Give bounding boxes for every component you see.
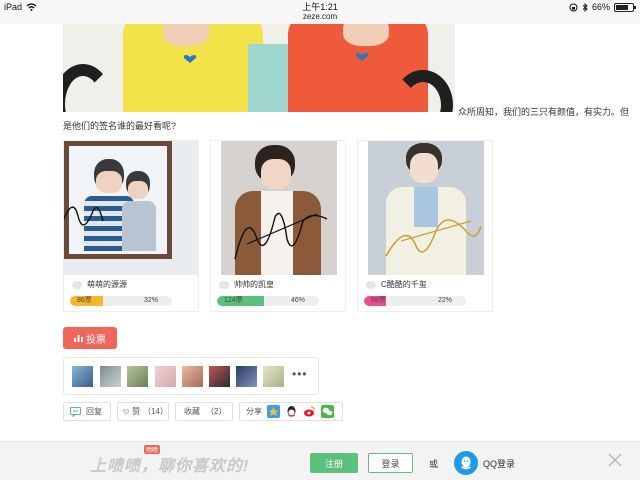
lock-rotation-icon (569, 3, 578, 11)
qq-login-button[interactable]: QQ登录 (454, 451, 515, 475)
comment-icon (70, 406, 81, 417)
status-bar: iPad 上午1:21 zeze.com 66% (0, 0, 640, 24)
qq-icon (454, 451, 478, 475)
avatar[interactable] (155, 366, 176, 387)
more-avatars-icon[interactable]: ••• (292, 367, 308, 381)
qq-share-icon[interactable] (285, 405, 298, 418)
slogan-text: 上啧啧，聊你喜欢的! (90, 458, 250, 475)
register-label: 注册 (324, 458, 343, 469)
poll-option-label-2[interactable]: 帅帅的凯皇 (219, 279, 274, 290)
liker-avatars: ••• (63, 357, 319, 395)
signature-3 (385, 219, 482, 257)
register-button[interactable]: 注册 (310, 453, 358, 473)
avatar[interactable] (72, 366, 93, 387)
intro-line-1: 众所周知，我们的三只有颜值，有实力。但 (458, 107, 630, 117)
reply-label: 回复 (86, 407, 102, 416)
close-icon[interactable] (607, 452, 623, 468)
like-count: （14） (143, 407, 168, 416)
share-bar: 分享 (239, 402, 343, 421)
battery-icon (614, 2, 636, 12)
heart-badge-icon (355, 53, 369, 61)
poll-progress-bar-1: 86票 32% (70, 296, 172, 306)
signed-photo-2 (211, 141, 345, 275)
poll-percent-3: 22% (438, 297, 453, 304)
poll-progress-bar-3: 59票 22% (364, 296, 466, 306)
poll-progress-bar-2: 124票 46% (217, 296, 319, 306)
qq-login-label: QQ登录 (483, 458, 516, 469)
wechat-share-icon[interactable] (321, 405, 334, 418)
poll-option-card-3[interactable]: C酷酷的千玺 59票 22% (357, 140, 493, 312)
radio-button[interactable] (366, 280, 376, 289)
poll-option-label-1[interactable]: 萌萌的源源 (72, 279, 127, 290)
favorite-button[interactable]: 收藏 （2） (175, 402, 233, 421)
like-button[interactable]: 赞 （14） (117, 402, 169, 421)
share-label: 分享 (246, 407, 262, 416)
clock-time: 上午1:21 (302, 2, 338, 12)
poll-percent-1: 32% (144, 297, 159, 304)
poll-option-label-3[interactable]: C酷酷的千玺 (366, 279, 427, 290)
login-button[interactable]: 登录 (368, 453, 413, 473)
avatar[interactable] (236, 366, 257, 387)
status-center: 上午1:21 zeze.com (0, 2, 640, 22)
like-label: 赞 (132, 407, 141, 416)
bluetooth-icon (582, 2, 588, 12)
weibo-share-icon[interactable] (303, 405, 316, 418)
avatar[interactable] (100, 366, 121, 387)
battery-percent: 66% (591, 2, 610, 12)
poll-votes-2: 124票 (224, 297, 243, 304)
status-right: 66% (569, 2, 636, 12)
vote-button[interactable]: 投票 (63, 327, 117, 349)
bar-chart-icon (74, 335, 83, 342)
poll-option-card-1[interactable]: 萌萌的源源 86票 32% (63, 140, 199, 312)
avatar[interactable] (127, 366, 148, 387)
poll-votes-1: 86票 (77, 297, 92, 304)
banner-image (63, 24, 455, 112)
avatar[interactable] (209, 366, 230, 387)
vote-button-label: 投票 (86, 334, 106, 346)
signed-photo-3 (358, 141, 492, 275)
slogan-badge: 啧啧 (144, 445, 161, 454)
login-prompt-bar: 上啧啧，聊你喜欢的! 啧啧 注册 登录 或 QQ登录 (0, 441, 640, 480)
favorite-count: （2） (206, 407, 227, 416)
avatar[interactable] (182, 366, 203, 387)
poll-votes-3: 59票 (371, 297, 386, 304)
poll-option-card-2[interactable]: 帅帅的凯皇 124票 46% (210, 140, 346, 312)
or-text: 或 (429, 459, 439, 469)
radio-button[interactable] (72, 280, 82, 289)
avatar[interactable] (263, 366, 284, 387)
signature-1 (64, 206, 104, 226)
favorite-label: 收藏 (184, 407, 200, 416)
signed-photo-1 (64, 141, 198, 275)
reply-button[interactable]: 回复 (63, 402, 111, 421)
poll-percent-2: 46% (291, 297, 306, 304)
heart-badge-icon (183, 55, 197, 63)
intro-line-2: 是他们的签名谁的最好看呢? (63, 121, 177, 131)
signature-2 (234, 212, 328, 260)
login-label: 登录 (381, 458, 400, 469)
address-url[interactable]: zeze.com (0, 12, 640, 22)
radio-button[interactable] (219, 280, 229, 289)
qzone-share-icon[interactable] (267, 405, 280, 418)
heart-icon (123, 408, 130, 415)
